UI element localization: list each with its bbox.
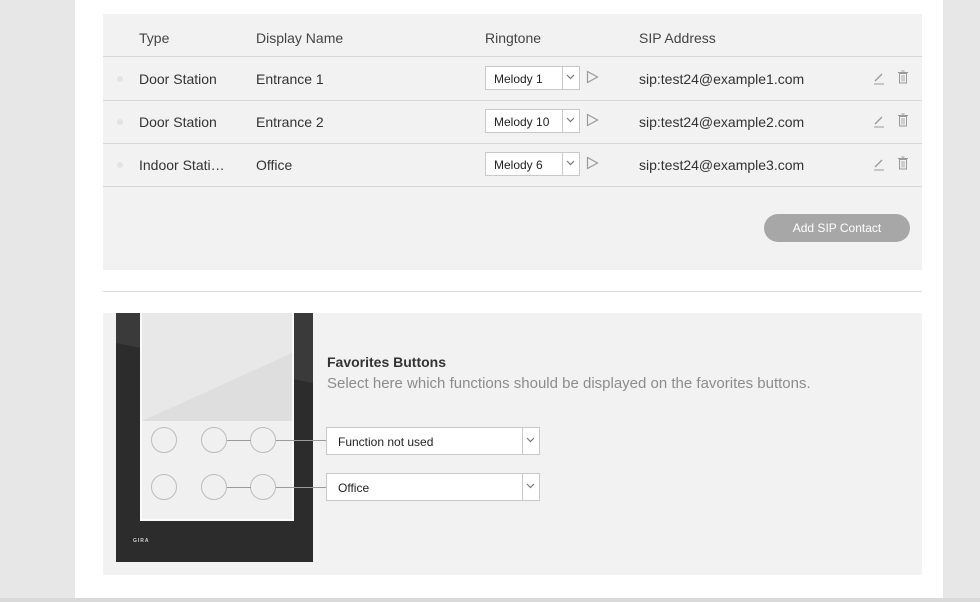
favorite-function-select[interactable]: Function not used — [326, 427, 540, 455]
header-type: Type — [139, 30, 170, 46]
row-display-name: Office — [256, 157, 293, 173]
row-select-dot[interactable] — [117, 76, 123, 82]
table-row: Door Station Entrance 1 Melody 1 sip:tes… — [103, 57, 922, 101]
trash-icon[interactable] — [898, 70, 908, 89]
row-display-name: Entrance 1 — [256, 71, 324, 87]
favorite-button-circle — [250, 474, 276, 500]
chevron-down-icon[interactable] — [562, 153, 579, 175]
ringtone-value: Melody 1 — [494, 72, 543, 86]
right-margin — [943, 0, 980, 602]
bottom-edge — [0, 598, 980, 602]
trash-icon[interactable] — [898, 156, 908, 175]
connector-line — [276, 487, 326, 488]
pencil-icon[interactable] — [873, 114, 885, 133]
favorite-function-select[interactable]: Office — [326, 473, 540, 501]
row-type: Door Station — [139, 71, 217, 87]
favorite-function-value: Function not used — [338, 435, 434, 449]
play-icon[interactable] — [586, 156, 599, 175]
row-type: Door Station — [139, 114, 217, 130]
row-select-dot[interactable] — [117, 162, 123, 168]
row-display-name: Entrance 2 — [256, 114, 324, 130]
ringtone-select[interactable]: Melody 6 — [485, 152, 580, 176]
favorite-button-circle — [201, 474, 227, 500]
favorite-button-circle — [201, 427, 227, 453]
header-ringtone: Ringtone — [485, 30, 542, 46]
row-type: Indoor Stati… — [139, 157, 225, 173]
ringtone-select[interactable]: Melody 10 — [485, 109, 580, 133]
row-select-dot[interactable] — [117, 119, 123, 125]
favorites-subtitle: Select here which functions should be di… — [327, 375, 811, 392]
section-divider — [103, 291, 922, 292]
chevron-down-icon[interactable] — [522, 474, 539, 500]
table-header: Type Display Name Ringtone SIP Address — [103, 14, 922, 57]
left-margin — [0, 0, 75, 602]
chevron-down-icon[interactable] — [562, 110, 579, 132]
favorite-button-circle — [151, 474, 177, 500]
connector-line — [276, 440, 326, 441]
favorite-button-circle — [151, 427, 177, 453]
table-row: Indoor Stati… Office Melody 6 sip:test24… — [103, 143, 922, 187]
favorites-panel: GIRA Favorites Buttons Select here which… — [103, 313, 922, 575]
ringtone-value: Melody 6 — [494, 158, 543, 172]
ringtone-value: Melody 10 — [494, 115, 550, 129]
chevron-down-icon[interactable] — [562, 67, 579, 89]
favorite-button-circle — [250, 427, 276, 453]
play-icon[interactable] — [586, 113, 599, 132]
connector-line — [227, 440, 251, 441]
header-display-name: Display Name — [256, 30, 344, 46]
pencil-icon[interactable] — [873, 71, 885, 90]
display-reflection — [142, 313, 292, 421]
row-sip-address: sip:test24@example2.com — [639, 114, 805, 130]
play-icon[interactable] — [586, 70, 599, 89]
row-sip-address: sip:test24@example1.com — [639, 71, 805, 87]
connector-line — [227, 487, 251, 488]
add-sip-contact-button[interactable]: Add SIP Contact — [764, 214, 910, 242]
trash-icon[interactable] — [898, 113, 908, 132]
pencil-icon[interactable] — [873, 157, 885, 176]
chevron-down-icon[interactable] — [522, 428, 539, 454]
favorite-function-value: Office — [338, 481, 370, 495]
header-sip-address: SIP Address — [639, 30, 716, 46]
row-sip-address: sip:test24@example3.com — [639, 157, 805, 173]
favorites-title: Favorites Buttons — [327, 354, 447, 370]
table-row: Door Station Entrance 2 Melody 10 sip:te… — [103, 100, 922, 144]
device-brand-logo: GIRA — [133, 538, 150, 544]
ringtone-select[interactable]: Melody 1 — [485, 66, 580, 90]
sip-contacts-table: Type Display Name Ringtone SIP Address D… — [103, 14, 922, 270]
